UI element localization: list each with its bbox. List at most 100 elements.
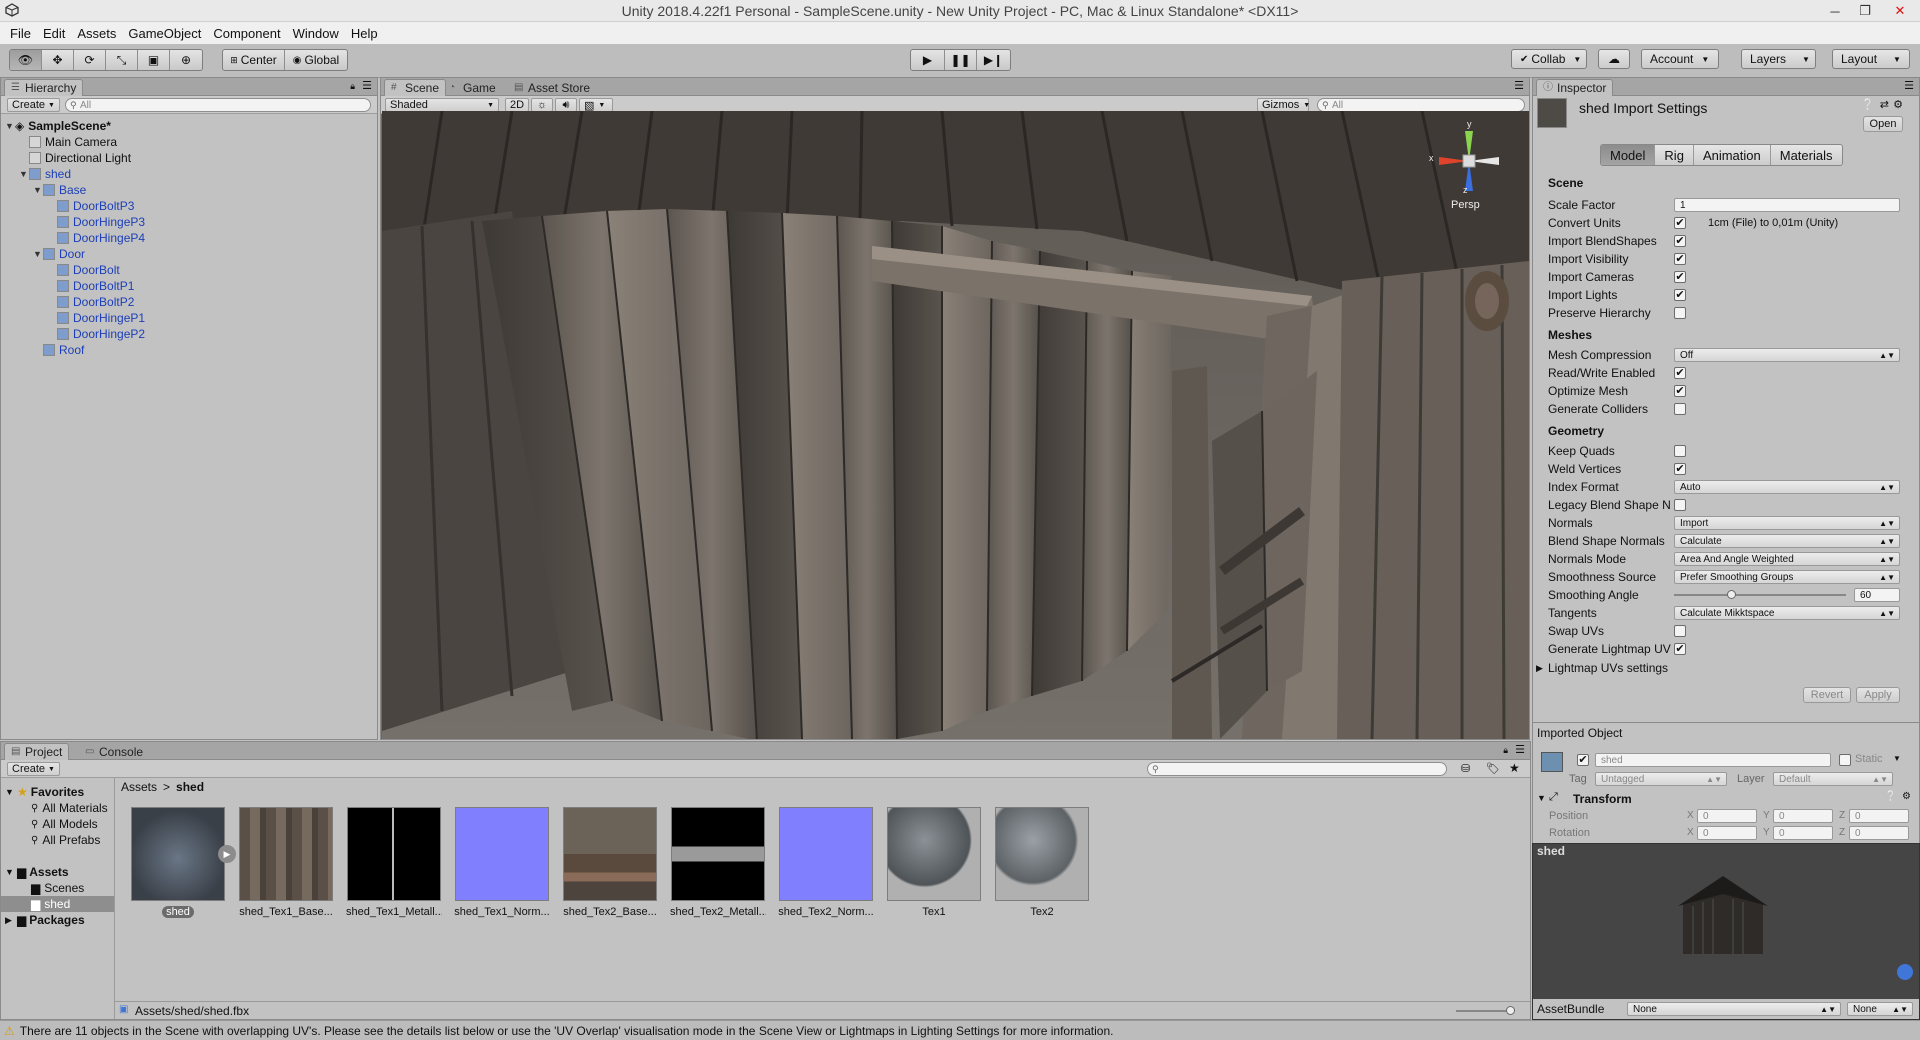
scene-root[interactable]: ▼ ◈ SampleScene* bbox=[5, 118, 111, 134]
scene-viewport[interactable]: y x z Persp bbox=[382, 111, 1529, 739]
lighting-toggle[interactable]: ☼ bbox=[531, 98, 553, 112]
position-y-field[interactable]: 0 bbox=[1773, 809, 1833, 823]
setting-checkbox[interactable]: ✔ bbox=[1674, 217, 1686, 229]
tab-asset-store[interactable]: ▤ Asset Store bbox=[508, 79, 596, 96]
folder-scenes[interactable]: ▆ Scenes bbox=[31, 880, 84, 896]
panel-menu-icon[interactable]: ☰ bbox=[1514, 79, 1524, 92]
setting-checkbox[interactable] bbox=[1674, 499, 1686, 511]
revert-button[interactable]: Revert bbox=[1803, 687, 1851, 703]
static-checkbox[interactable] bbox=[1839, 754, 1851, 766]
filter-label-icon[interactable]: 🏷︎ bbox=[1486, 762, 1500, 775]
tab-game[interactable]: ◔ Game bbox=[443, 79, 502, 96]
hierarchy-item[interactable]: DoorHingeP1 bbox=[47, 310, 145, 326]
asset-item[interactable]: shed_Tex1_Metall... bbox=[346, 807, 442, 918]
cloud-button[interactable]: ☁ bbox=[1598, 49, 1630, 69]
rotation-x-field[interactable]: 0 bbox=[1697, 826, 1757, 840]
toggle-2d-button[interactable]: 2D bbox=[505, 98, 529, 112]
setting-dropdown[interactable]: Area And Angle Weighted ▲▼ bbox=[1674, 552, 1900, 566]
setting-dropdown[interactable]: Import ▲▼ bbox=[1674, 516, 1900, 530]
setting-checkbox[interactable]: ✔ bbox=[1674, 253, 1686, 265]
minimize-icon[interactable]: ─ bbox=[1820, 0, 1850, 22]
account-dropdown[interactable]: Account ▼ bbox=[1641, 49, 1719, 69]
fold-arrow-icon[interactable]: ▼ bbox=[19, 169, 29, 179]
tab-console[interactable]: ▭ Console bbox=[79, 743, 149, 760]
setting-dropdown[interactable]: Calculate Mikktspace ▲▼ bbox=[1674, 606, 1900, 620]
filter-type-icon[interactable]: ⛁ bbox=[1461, 762, 1470, 775]
assets-node[interactable]: ▼ ▆ Assets bbox=[5, 864, 69, 880]
slider-thumb[interactable] bbox=[1726, 590, 1736, 599]
status-bar[interactable]: ⚠ There are 11 objects in the Scene with… bbox=[0, 1020, 1920, 1040]
play-icon[interactable]: ▶ bbox=[911, 50, 945, 70]
tab-animation[interactable]: Animation bbox=[1694, 145, 1771, 165]
tab-project[interactable]: ▤ Project bbox=[4, 743, 70, 760]
preview-badge-icon[interactable] bbox=[1897, 964, 1913, 980]
menu-gameobject[interactable]: GameObject bbox=[128, 26, 201, 41]
lock-icon[interactable]: 🔒︎ bbox=[1503, 745, 1508, 756]
tab-hierarchy[interactable]: ☰ Hierarchy bbox=[4, 79, 84, 96]
hierarchy-create-dropdown[interactable]: Create ▼ bbox=[7, 98, 60, 112]
position-z-field[interactable]: 0 bbox=[1849, 809, 1909, 823]
collab-dropdown[interactable]: ✔ Collab ▼ bbox=[1511, 49, 1587, 69]
fold-arrow-icon[interactable]: ▼ bbox=[33, 249, 43, 259]
asset-item[interactable]: shed bbox=[130, 807, 226, 921]
fold-arrow-icon[interactable]: ▼ bbox=[1537, 793, 1546, 803]
panel-menu-icon[interactable]: ☰ bbox=[1515, 743, 1525, 756]
breadcrumb-shed[interactable]: shed bbox=[176, 780, 204, 794]
project-search-input[interactable]: ⚲ bbox=[1147, 762, 1447, 776]
hierarchy-item[interactable]: DoorHingeP4 bbox=[47, 230, 145, 246]
assetbundle-variant-dropdown[interactable]: None ▲▼ bbox=[1847, 1002, 1913, 1016]
hierarchy-item[interactable]: DoorBoltP3 bbox=[47, 198, 134, 214]
hierarchy-item[interactable]: DoorBolt bbox=[47, 262, 120, 278]
setting-dropdown[interactable]: Calculate ▲▼ bbox=[1674, 534, 1900, 548]
tag-dropdown[interactable]: Untagged ▲▼ bbox=[1595, 772, 1727, 786]
help-icon[interactable]: ❔ bbox=[1861, 98, 1875, 111]
gear-icon[interactable]: ⚙ bbox=[1902, 791, 1911, 802]
pivot-center-button[interactable]: ⊞ Center bbox=[223, 50, 285, 70]
model-preview[interactable]: shed AssetBundle None ▲▼ None ▲▼ bbox=[1532, 843, 1920, 1020]
restore-icon[interactable]: ❐ bbox=[1850, 0, 1880, 22]
expand-arrow-icon[interactable]: ▶ bbox=[218, 845, 236, 863]
step-icon[interactable]: ▶❙ bbox=[977, 50, 1010, 70]
setting-checkbox[interactable]: ✔ bbox=[1674, 235, 1686, 247]
gizmos-dropdown[interactable]: Gizmos ▼ bbox=[1257, 98, 1310, 112]
layers-dropdown[interactable]: Layers ▼ bbox=[1741, 49, 1816, 69]
close-icon[interactable]: ✕ bbox=[1880, 0, 1920, 22]
menu-file[interactable]: File bbox=[10, 26, 31, 41]
hierarchy-item[interactable]: Roof bbox=[33, 342, 84, 358]
preset-icon[interactable]: ⇄ bbox=[1880, 98, 1889, 111]
setting-checkbox[interactable]: ✔ bbox=[1674, 367, 1686, 379]
pause-icon[interactable]: ❚❚ bbox=[945, 50, 977, 70]
asset-item[interactable]: shed_Tex2_Norm... bbox=[778, 807, 874, 918]
project-create-dropdown[interactable]: Create ▼ bbox=[7, 762, 60, 776]
hierarchy-item[interactable]: Directional Light bbox=[19, 150, 131, 166]
hierarchy-item[interactable]: Main Camera bbox=[19, 134, 117, 150]
scene-orientation-gizmo[interactable]: y x z Persp bbox=[1429, 119, 1509, 211]
apply-button[interactable]: Apply bbox=[1856, 687, 1900, 703]
favorite-item[interactable]: ⚲ All Prefabs bbox=[31, 832, 100, 848]
setting-dropdown[interactable]: Off ▲▼ bbox=[1674, 348, 1900, 362]
help-icon[interactable]: ❔ bbox=[1885, 791, 1897, 802]
object-name-field[interactable]: shed bbox=[1595, 753, 1831, 767]
setting-checkbox[interactable]: ✔ bbox=[1674, 385, 1686, 397]
move-tool-icon[interactable]: ✥ bbox=[42, 50, 74, 70]
chevron-down-icon[interactable]: ▼ bbox=[1893, 754, 1901, 763]
setting-checkbox[interactable] bbox=[1674, 445, 1686, 457]
tab-model[interactable]: Model bbox=[1601, 145, 1656, 165]
folder-shed[interactable]: ▆ shed bbox=[1, 896, 114, 912]
tab-inspector[interactable]: ⓘ Inspector bbox=[1536, 79, 1614, 96]
asset-item[interactable]: shed_Tex2_Metall... bbox=[670, 807, 766, 918]
packages-node[interactable]: ▶ ▆ Packages bbox=[5, 912, 85, 928]
pivot-global-button[interactable]: ◉ Global bbox=[285, 50, 347, 70]
transform-tool-icon[interactable]: ⊕ bbox=[170, 50, 202, 70]
layout-dropdown[interactable]: Layout ▼ bbox=[1832, 49, 1910, 69]
shading-mode-dropdown[interactable]: Shaded ▼ bbox=[385, 98, 499, 112]
setting-checkbox[interactable]: ✔ bbox=[1674, 463, 1686, 475]
fold-arrow-icon[interactable]: ▼ bbox=[33, 185, 43, 195]
rect-tool-icon[interactable]: ▣ bbox=[138, 50, 170, 70]
rotation-y-field[interactable]: 0 bbox=[1773, 826, 1833, 840]
view-tool-icon[interactable]: 👁 bbox=[10, 50, 42, 70]
setting-checkbox[interactable] bbox=[1674, 625, 1686, 637]
hierarchy-item[interactable]: DoorHingeP3 bbox=[47, 214, 145, 230]
menu-window[interactable]: Window bbox=[293, 26, 339, 41]
smoothing-angle-field[interactable]: 60 bbox=[1854, 588, 1900, 602]
